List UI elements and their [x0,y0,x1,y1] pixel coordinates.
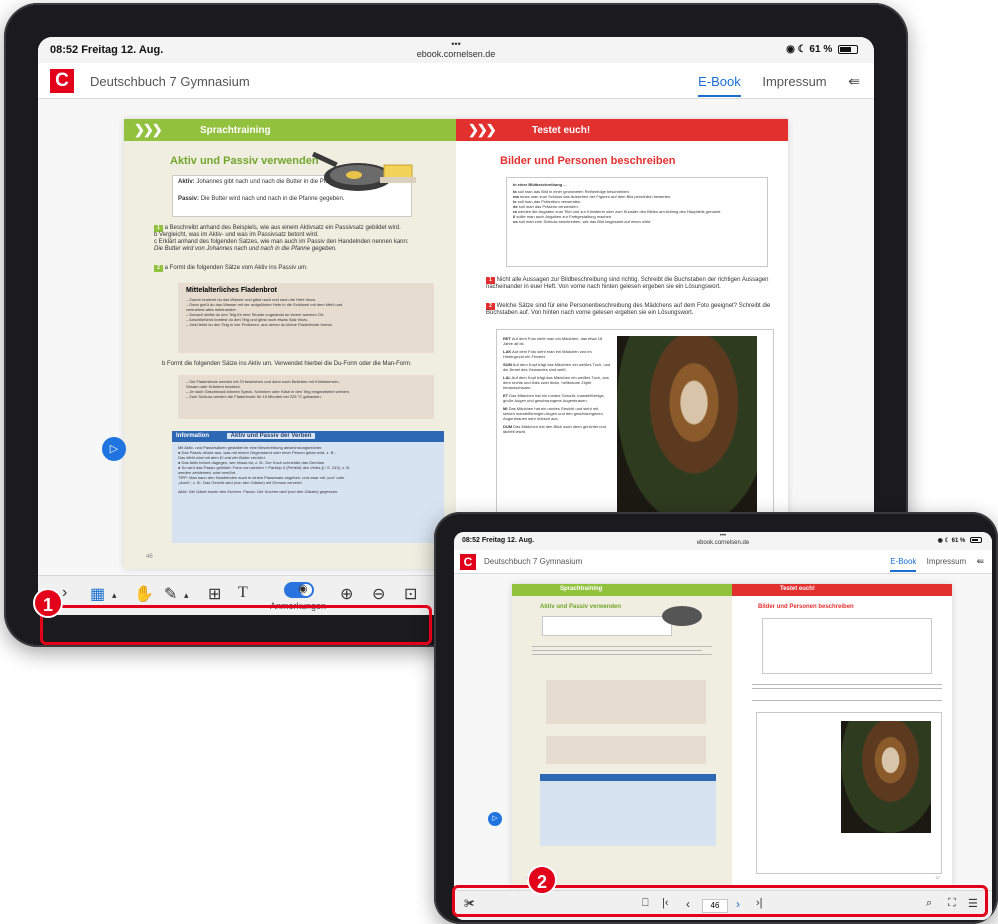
chevrons-icon: ❯❯❯ [134,122,163,137]
cornelsen-logo[interactable]: C [460,554,476,570]
zoom-out-icon[interactable]: ⊖ [372,584,385,604]
right-banner: ❯❯❯ Testet euch! [456,119,788,141]
app-header: C Deutschbuch 7 Gymnasium E-Book Impress… [38,63,874,99]
highlight-toolbar-1 [40,605,432,645]
layout-dropdown-icon[interactable]: ▴ [112,590,117,601]
book-title: Deutschbuch 7 Gymnasium [484,557,583,566]
composite-screenshot: 08:52 Freitag 12. Aug. ••• ebook.cornels… [0,0,998,924]
battery-icon [838,44,858,54]
page-layout-icon[interactable]: ▦ [90,584,105,604]
battery-label: 61 % [809,44,833,55]
task-2: 2 a Formt die folgenden Sätze vom Aktiv … [154,265,444,272]
right-task-1: 1 Nicht alle Aussagen zur Bildbeschreibu… [486,277,769,290]
pen-dropdown-icon[interactable]: ▴ [184,590,189,601]
left-banner: ❯❯❯ Sprachtraining [124,119,456,141]
app-header-small: C Deutschbuch 7 Gymnasium E-Book Impress… [454,550,992,574]
status-bar: 08:52 Freitag 12. Aug. ••• ebook.cornels… [38,37,874,63]
right-page: ❯❯❯ Testet euch! Bilder und Personen bes… [456,119,788,569]
girl-photo [841,721,931,833]
url-area-small[interactable]: ••• ebook.cornelsen.de [454,533,992,547]
book-spread: ❯❯❯ Sprachtraining Aktiv und Passiv verw… [124,119,788,569]
ipad-frame-small: 08:52 Freitag 12. Aug. ••• ebook.cornels… [434,512,998,924]
moon-icon: ☾ [797,44,807,55]
frying-pan-illustration [662,606,702,626]
chevron-right-icon[interactable]: › [62,584,67,602]
tab-ebook[interactable]: E-Book [890,557,917,572]
left-heading: Aktiv und Passiv verwenden [170,155,319,167]
url-area[interactable]: ••• ebook.cornelsen.de [38,39,874,59]
frying-pan-illustration [311,151,416,191]
collapse-menu-icon[interactable]: ⇚ [848,73,860,90]
recipe-title: Mittelalterliches Fladenbrot [186,287,278,294]
left-banner-text: Sprachtraining [200,125,271,136]
add-note-icon[interactable]: ⊞ [208,584,221,604]
status-bar-small: 08:52 Freitag 12. Aug. ••• ebook.cornels… [454,532,992,550]
task-number-1: 1 [154,225,163,232]
pen-tool-icon[interactable]: ✎ [164,584,177,604]
audio-play-button[interactable]: ▷ [102,437,126,461]
item-list: RET Auf dem Foto sieht man ein Mädchen, … [503,336,611,434]
tab-ebook[interactable]: E-Book [698,74,741,97]
tab-impressum[interactable]: Impressum [762,74,826,95]
status-indicators: ◉ ☾ 61 % [786,44,858,55]
badge-2: 2 [527,865,557,895]
bildbeschreibung-box: In einer Bildbeschreibung ... ta soll ma… [506,177,768,267]
left-page-number: 46 [146,554,153,560]
info-header: Information Aktiv und Passiv der Verben [172,431,444,442]
tab-impressum[interactable]: Impressum [927,557,967,572]
recipe-box-1: Mittelalterliches Fladenbrot – Zuerst er… [178,283,434,353]
cornelsen-logo[interactable]: C [50,69,74,93]
tab-dots[interactable]: ••• [38,39,874,49]
task-2b: b Formt die folgenden Sätze ins Aktiv um… [162,361,412,367]
task-1: 1 a Beschreibt anhand des Beispiels, wie… [154,225,409,252]
book-spread-small: Sprachtraining Aktiv und Passiv verwende… [512,584,952,886]
info-box: Information Aktiv und Passiv der Verben … [172,431,444,543]
wifi-icon: ◉ [937,538,943,544]
wifi-icon: ◉ [786,44,795,55]
right-task-2: 2 Welche Sätze sind für eine Personenbes… [486,303,771,316]
header-nav: E-Book Impressum ⇚ [698,73,860,97]
hand-tool-icon[interactable]: ✋ [134,584,154,604]
text-tool-icon[interactable]: T [238,584,248,602]
ipad-screen-small: 08:52 Freitag 12. Aug. ••• ebook.cornels… [454,532,992,920]
book-title: Deutschbuch 7 Gymnasium [90,74,250,89]
left-page-small: Sprachtraining Aktiv und Passiv verwende… [512,584,732,886]
badge-1: 1 [33,588,63,618]
battery-icon [970,537,982,544]
collapse-menu-icon[interactable]: ⇚ [976,556,984,567]
left-page: ❯❯❯ Sprachtraining Aktiv und Passiv verw… [124,119,456,569]
eye-icon: ◉ [298,583,308,595]
girl-photo [617,336,757,526]
audio-play-button[interactable]: ▷ [488,812,502,826]
zoom-in-icon[interactable]: ⊕ [340,584,353,604]
url-text[interactable]: ebook.cornelsen.de [38,49,874,59]
moon-icon: ☾ [944,538,950,544]
right-banner-text: Testet euch! [532,125,591,136]
recipe-box-2: – Die Fladenbrote werden mit Öl bestrich… [178,375,434,419]
right-heading: Bilder und Personen beschreiben [500,155,676,167]
chevrons-icon: ❯❯❯ [468,122,497,137]
fit-page-icon[interactable]: ⊡ [404,584,417,604]
right-page-small: Testet euch! Bilder und Personen beschre… [732,584,952,886]
